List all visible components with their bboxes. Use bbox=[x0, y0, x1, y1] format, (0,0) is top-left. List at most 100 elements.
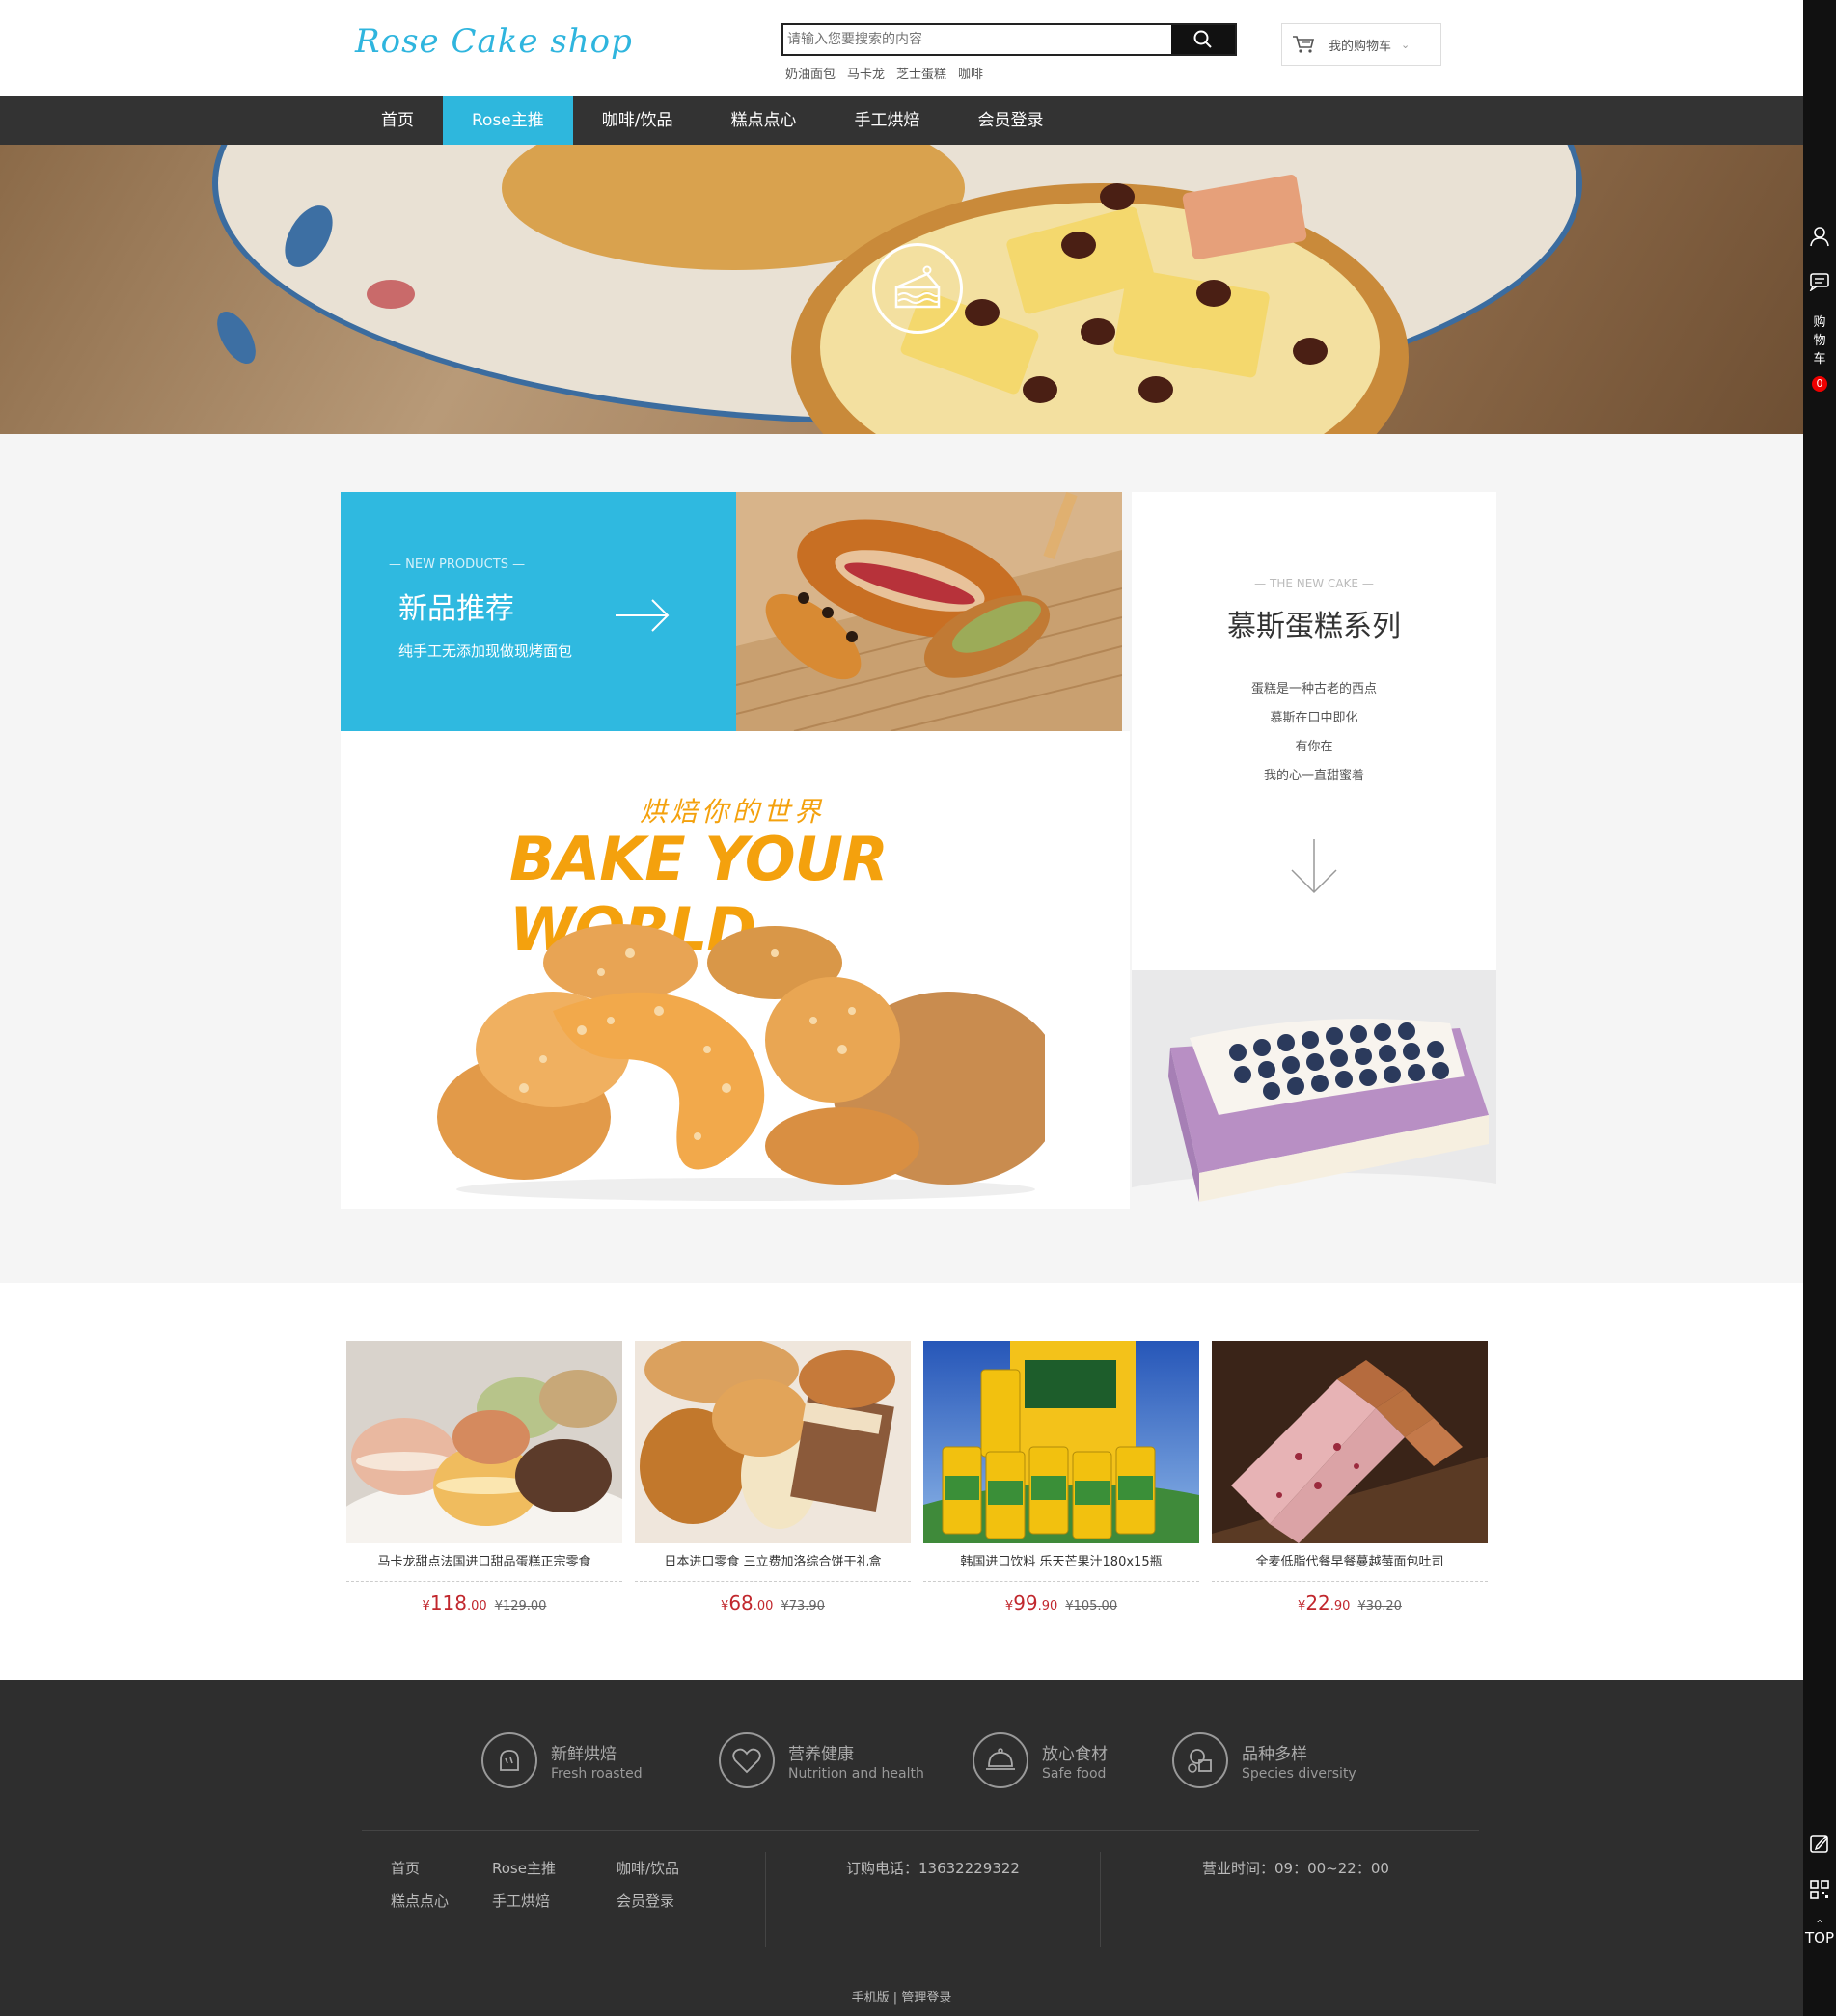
nav-item-rose-recommend[interactable]: Rose主推 bbox=[443, 96, 573, 145]
product-image[interactable] bbox=[635, 1341, 911, 1543]
feature-subtitle: Species diversity bbox=[1242, 1765, 1356, 1782]
product-card[interactable]: 全麦低脂代餐早餐蔓越莓面包吐司 ¥22.90 ¥30.20 bbox=[1212, 1341, 1488, 1630]
cart-button[interactable]: 我的购物车 ⌄ bbox=[1281, 23, 1441, 66]
feature-subtitle: Safe food bbox=[1042, 1765, 1107, 1782]
original-price: ¥73.90 bbox=[781, 1599, 825, 1614]
search-input[interactable] bbox=[783, 25, 1171, 54]
arrow-right-icon[interactable] bbox=[614, 596, 671, 635]
user-icon bbox=[1810, 227, 1829, 247]
product-card[interactable]: 韩国进口饮料 乐天芒果汁180x15瓶 ¥99.90 ¥105.00 bbox=[923, 1341, 1199, 1630]
cart-label: 我的购物车 bbox=[1329, 39, 1392, 54]
footer-link-home[interactable]: 首页 bbox=[391, 1858, 420, 1878]
footer: 新鲜烘焙 Fresh roasted 营养健康 Nutrition and heal… bbox=[0, 1680, 1803, 2016]
hot-keyword-link[interactable]: 芝士蛋糕 bbox=[896, 64, 946, 82]
product-price: ¥118.00 ¥129.00 bbox=[422, 1592, 547, 1615]
original-price: ¥129.00 bbox=[494, 1599, 547, 1614]
new-products-card[interactable]: — NEW PRODUCTS — 新品推荐 纯手工无添加现做现烤面包 bbox=[341, 492, 736, 731]
product-name[interactable]: 马卡龙甜点法国进口甜品蛋糕正宗零食 bbox=[346, 1543, 622, 1582]
mousse-cake-card[interactable]: — THE NEW CAKE — 慕斯蛋糕系列 蛋糕是一种古老的西点 慕斯在口中… bbox=[1132, 492, 1496, 1209]
cart-count-badge: 0 bbox=[1812, 376, 1827, 392]
original-price: ¥30.20 bbox=[1357, 1599, 1402, 1614]
dish-icon bbox=[973, 1732, 1028, 1788]
chevron-down-icon: ⌄ bbox=[1401, 38, 1411, 51]
mousse-line: 慕斯在口中即化 bbox=[1270, 711, 1358, 725]
footer-separator bbox=[1100, 1852, 1101, 1947]
nav-item-home[interactable]: 首页 bbox=[352, 96, 443, 145]
header: Rose Cake shop 奶油面包 马卡龙 芝士蛋糕 咖啡 我的购物 bbox=[0, 0, 1803, 96]
mousse-line: 有你在 bbox=[1295, 740, 1333, 754]
footer-feature: 放心食材 Safe food bbox=[973, 1732, 1108, 1788]
footer-bottom: 手机版 | 管理登录 bbox=[0, 1987, 1803, 2005]
mousse-description: 蛋糕是一种古老的西点 慕斯在口中即化 有你在 我的心一直甜蜜着 bbox=[1132, 675, 1496, 791]
hot-keyword-link[interactable]: 马卡龙 bbox=[847, 64, 885, 82]
feature-title: 营养健康 bbox=[788, 1744, 854, 1764]
product-image[interactable] bbox=[346, 1341, 622, 1543]
product-card[interactable]: 日本进口零食 三立费加洛综合饼干礼盒 ¥68.00 ¥73.90 bbox=[635, 1341, 911, 1630]
user-button[interactable] bbox=[1803, 226, 1836, 247]
footer-bottom-divider: | bbox=[892, 1991, 898, 2005]
product-list: 马卡龙甜点法国进口甜品蛋糕正宗零食 ¥118.00 ¥129.00 日本进口零食 … bbox=[0, 1283, 1803, 1680]
mousse-line: 我的心一直甜蜜着 bbox=[1263, 769, 1364, 783]
footer-link-pastries[interactable]: 糕点点心 bbox=[391, 1891, 449, 1911]
edit-icon bbox=[1810, 1835, 1828, 1853]
new-products-title: 新品推荐 bbox=[398, 592, 514, 626]
product-price: ¥22.90 ¥30.20 bbox=[1298, 1592, 1402, 1615]
hero-banner bbox=[0, 145, 1803, 434]
footer-link-rose-recommend[interactable]: Rose主推 bbox=[492, 1858, 556, 1878]
feature-subtitle: Nutrition and health bbox=[788, 1765, 924, 1782]
mousse-line: 蛋糕是一种古老的西点 bbox=[1250, 682, 1377, 696]
feedback-button[interactable] bbox=[1803, 1833, 1836, 1854]
new-products-desc: 纯手工无添加现做现烤面包 bbox=[398, 642, 573, 660]
product-name[interactable]: 韩国进口饮料 乐天芒果汁180x15瓶 bbox=[923, 1543, 1199, 1582]
main-content: Rose Cake shop 奶油面包 马卡龙 芝士蛋糕 咖啡 我的购物 bbox=[0, 0, 1803, 2016]
qr-code-button[interactable] bbox=[1803, 1879, 1836, 1900]
product-name[interactable]: 日本进口零食 三立费加洛综合饼干礼盒 bbox=[635, 1543, 911, 1582]
admin-login-link[interactable]: 管理登录 bbox=[901, 1991, 951, 2005]
product-price: ¥99.90 ¥105.00 bbox=[1004, 1592, 1118, 1615]
banner-badge bbox=[872, 243, 963, 334]
message-icon bbox=[1809, 273, 1829, 291]
nav-item-member-login[interactable]: 会员登录 bbox=[949, 96, 1073, 145]
mobile-version-link[interactable]: 手机版 bbox=[852, 1991, 890, 2005]
feature-section: — NEW PRODUCTS — 新品推荐 纯手工无添加现做现烤面包 烘焙你的世… bbox=[0, 434, 1803, 1283]
product-image[interactable] bbox=[1212, 1341, 1488, 1543]
product-image[interactable] bbox=[923, 1341, 1199, 1543]
logo-text: Rose Cake shop bbox=[355, 22, 633, 61]
hot-keywords: 奶油面包 马卡龙 芝士蛋糕 咖啡 bbox=[785, 64, 983, 82]
nav-item-handmade-baking[interactable]: 手工烘焙 bbox=[826, 96, 949, 145]
mousse-en: — THE NEW CAKE — bbox=[1254, 577, 1374, 590]
chevron-up-icon: ⌃ bbox=[1814, 1918, 1825, 1931]
new-products-image[interactable] bbox=[736, 492, 1122, 731]
mousse-cake-image[interactable] bbox=[1132, 970, 1496, 1209]
sidebar-cart-button[interactable]: 购 物 车 bbox=[1803, 313, 1836, 368]
logo[interactable]: Rose Cake shop bbox=[347, 8, 632, 75]
main-nav: 首页 Rose主推 咖啡/饮品 糕点点心 手工烘焙 会员登录 bbox=[0, 96, 1803, 145]
nav-item-coffee-drinks[interactable]: 咖啡/饮品 bbox=[573, 96, 702, 145]
back-to-top-button[interactable]: ⌃ TOP bbox=[1803, 1918, 1836, 1947]
mousse-title: 慕斯蛋糕系列 bbox=[1227, 610, 1401, 643]
search-button[interactable] bbox=[1171, 25, 1235, 54]
bread-rolls-image bbox=[437, 924, 1045, 1201]
hot-keyword-link[interactable]: 奶油面包 bbox=[785, 64, 836, 82]
footer-phone: 订购电话：13632229322 bbox=[846, 1860, 1020, 1877]
search-icon bbox=[1193, 30, 1212, 48]
footer-feature: 品种多样 Species diversity bbox=[1172, 1732, 1356, 1788]
feature-title: 新鲜烘焙 bbox=[551, 1744, 617, 1764]
nav-item-pastries[interactable]: 糕点点心 bbox=[702, 96, 826, 145]
footer-link-member-login[interactable]: 会员登录 bbox=[617, 1891, 674, 1911]
message-button[interactable] bbox=[1803, 272, 1836, 291]
heart-icon bbox=[719, 1732, 775, 1788]
hot-keyword-link[interactable]: 咖啡 bbox=[958, 64, 983, 82]
bake-your-world-banner[interactable]: 烘焙你的世界 BAKE YOUR WORLD bbox=[341, 731, 1130, 1209]
arrow-down-icon[interactable] bbox=[1290, 837, 1338, 895]
back-to-top-label: TOP bbox=[1804, 1929, 1834, 1947]
feature-title: 品种多样 bbox=[1242, 1744, 1307, 1764]
product-card[interactable]: 马卡龙甜点法国进口甜品蛋糕正宗零食 ¥118.00 ¥129.00 bbox=[346, 1341, 622, 1630]
footer-separator bbox=[765, 1852, 766, 1947]
footer-link-coffee-drinks[interactable]: 咖啡/饮品 bbox=[617, 1858, 679, 1878]
footer-link-handmade-baking[interactable]: 手工烘焙 bbox=[492, 1891, 550, 1911]
footer-hours: 营业时间：09：00~22：00 bbox=[1202, 1860, 1389, 1877]
cake-slice-icon bbox=[894, 265, 941, 309]
product-name[interactable]: 全麦低脂代餐早餐蔓越莓面包吐司 bbox=[1212, 1543, 1488, 1582]
qr-code-icon bbox=[1810, 1880, 1829, 1899]
